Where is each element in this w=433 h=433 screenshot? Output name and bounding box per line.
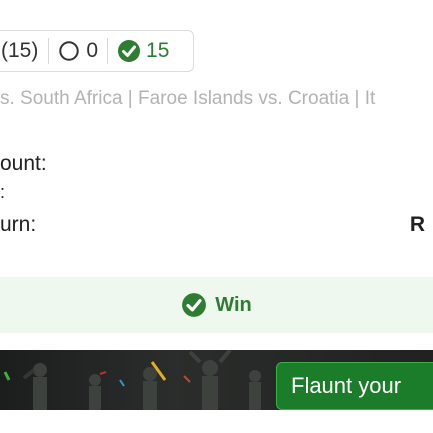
field-label: :: [0, 182, 6, 202]
result-bar: Win: [0, 277, 433, 333]
loss-count: 0: [86, 39, 99, 62]
amount-label: ount:: [0, 152, 47, 175]
share-banner: Flaunt your: [0, 350, 433, 410]
ring-icon: [59, 41, 80, 61]
flaunt-share-button[interactable]: Flaunt your: [276, 362, 433, 410]
total-count: (15): [1, 39, 39, 62]
return-value: R: [409, 213, 425, 236]
win-count: 15: [146, 39, 170, 62]
bet-stats-summary: (15) 0 15: [0, 30, 194, 72]
crowd-celebration-image: [3, 350, 261, 410]
win-stat: 15: [108, 31, 178, 71]
return-label: urn:: [0, 213, 37, 236]
loss-stat: 0: [49, 31, 107, 71]
result-label: Win: [215, 293, 252, 316]
check-circle-icon: [118, 40, 141, 62]
check-circle-icon: [182, 293, 207, 317]
matches-ticker: s. South Africa | Faroe Islands vs. Croa…: [0, 88, 376, 109]
